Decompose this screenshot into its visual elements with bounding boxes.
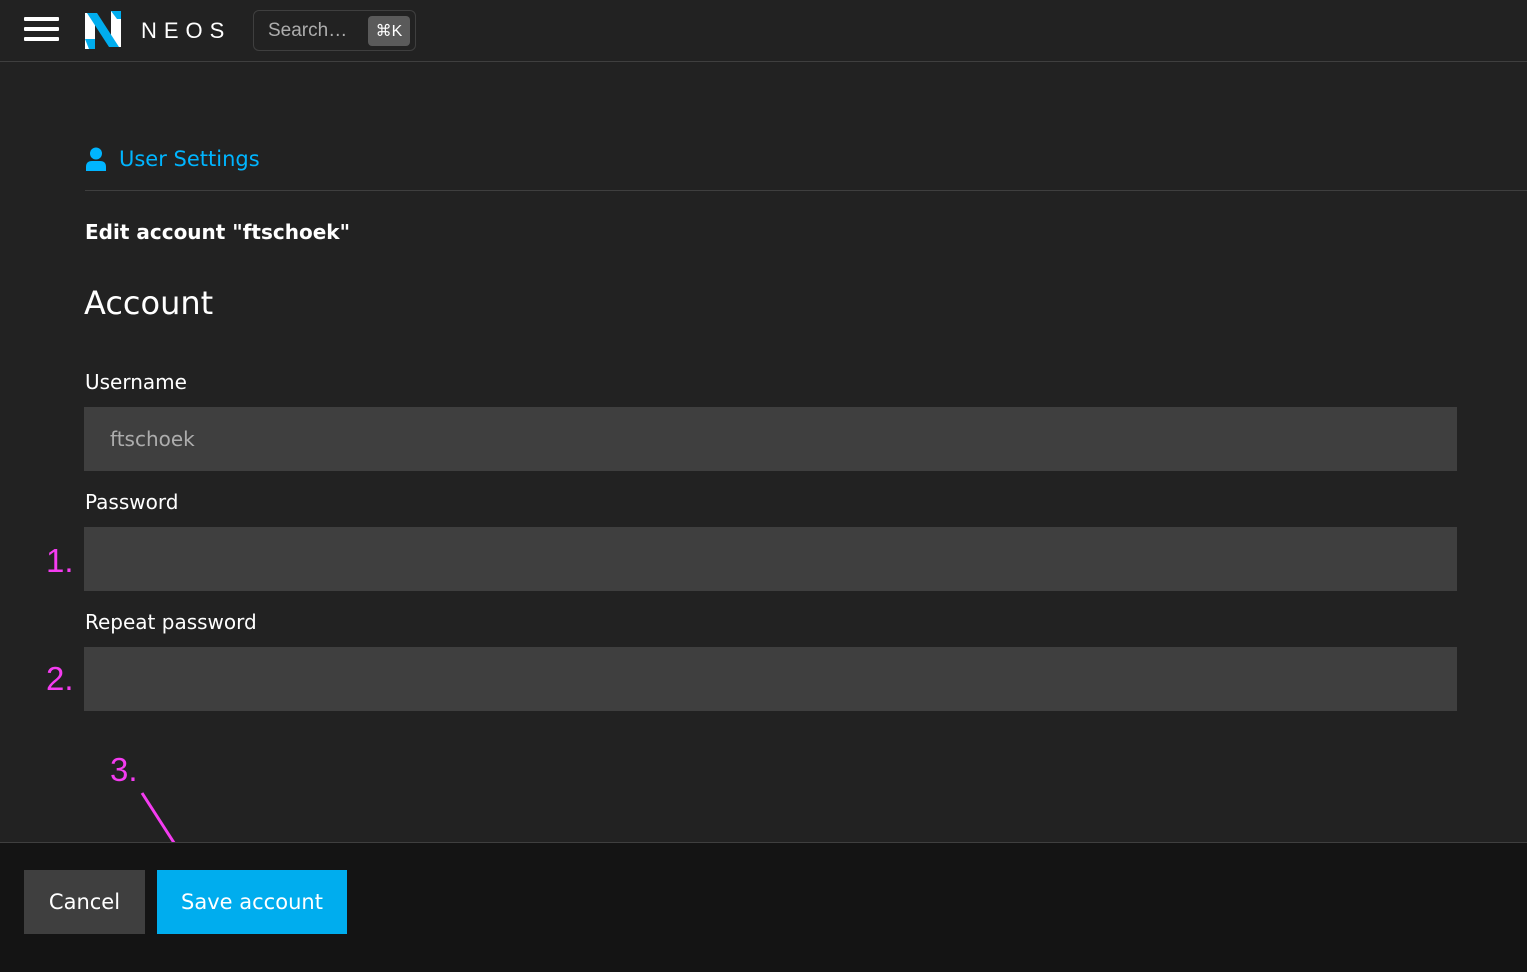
save-account-button[interactable]: Save account — [157, 870, 347, 934]
footer-bar: Cancel Save account — [0, 842, 1527, 972]
username-label: Username — [85, 370, 187, 394]
password-label: Password — [85, 490, 179, 514]
brand-name: NEOS — [141, 18, 232, 43]
step-annotation-2: 2. — [46, 660, 74, 697]
top-bar: NEOS Search… ⌘K — [0, 0, 1527, 62]
search-input[interactable]: Search… ⌘K — [253, 10, 416, 51]
username-field[interactable] — [84, 407, 1457, 471]
neos-logo-icon[interactable] — [85, 11, 121, 49]
password-field[interactable] — [84, 527, 1457, 591]
step-annotation-1: 1. — [46, 542, 74, 579]
step-annotation-3: 3. — [110, 751, 138, 788]
module-header-link[interactable]: User Settings — [85, 143, 260, 175]
cancel-button[interactable]: Cancel — [24, 870, 145, 934]
user-icon — [86, 147, 106, 171]
search-placeholder: Search… — [268, 20, 348, 41]
repeat-password-label: Repeat password — [85, 610, 257, 634]
page-title: Edit account "ftschoek" — [85, 220, 351, 244]
search-shortcut-badge: ⌘K — [368, 16, 410, 46]
header-divider — [85, 190, 1527, 191]
menu-toggle-icon[interactable] — [24, 17, 59, 41]
section-title: Account — [84, 284, 214, 322]
module-title: User Settings — [119, 147, 260, 171]
repeat-password-field[interactable] — [84, 647, 1457, 711]
